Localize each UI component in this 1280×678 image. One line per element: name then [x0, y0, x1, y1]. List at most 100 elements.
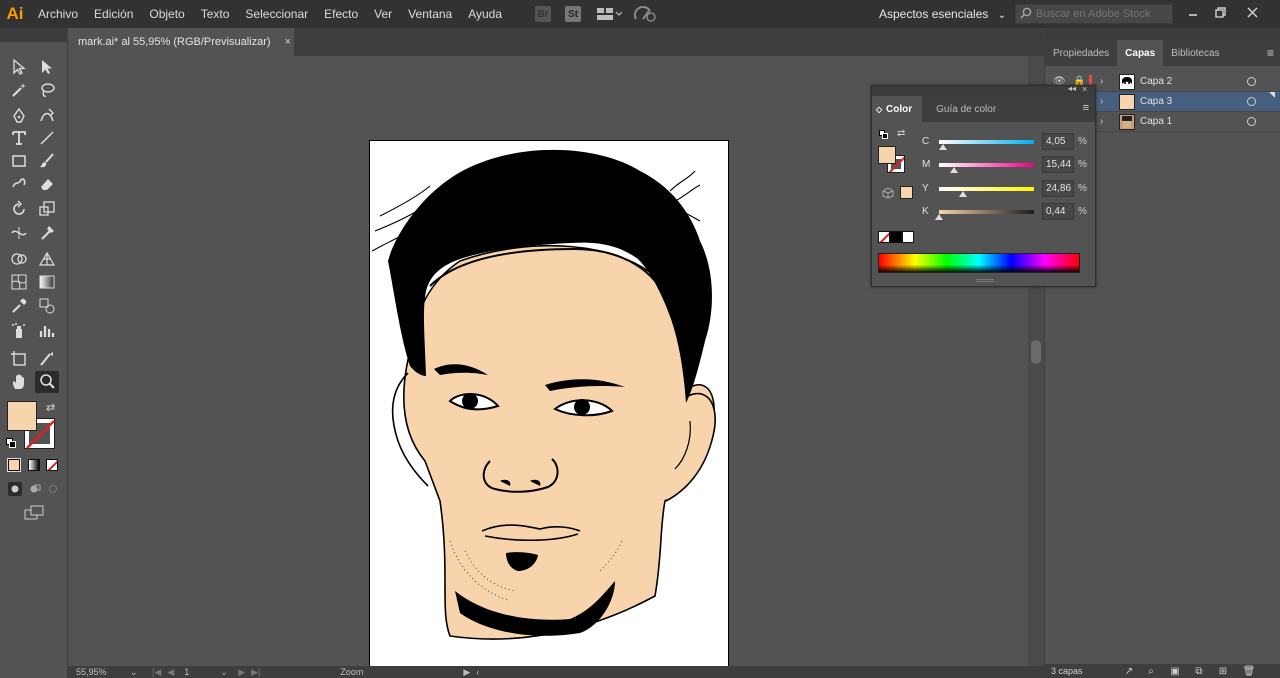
slider-value-input[interactable]: 24,86 — [1042, 179, 1074, 197]
panel-resize-grip[interactable] — [976, 279, 994, 282]
menu-seleccionar[interactable]: Seleccionar — [237, 0, 316, 28]
direct-selection-tool-icon[interactable] — [35, 56, 59, 78]
default-fill-stroke-icon[interactable] — [6, 438, 16, 448]
layer-name[interactable]: Capa 2 — [1140, 76, 1172, 87]
rectangle-tool-icon[interactable] — [7, 150, 31, 172]
stock-icon[interactable]: St — [565, 6, 582, 22]
slider-value-input[interactable]: 15,44 — [1042, 156, 1074, 174]
lasso-icon[interactable] — [35, 79, 59, 101]
symbol-sprayer-icon[interactable] — [7, 320, 31, 342]
delete-layer-icon[interactable]: 🗑 — [1243, 665, 1256, 677]
collapse-panel-icon[interactable]: ◂◂ — [1068, 84, 1076, 93]
mesh-tool-icon[interactable] — [7, 271, 31, 293]
layer-target-icon[interactable] — [1247, 117, 1256, 126]
tab-color[interactable]: ◇ Color — [872, 96, 923, 122]
restore-icon[interactable] — [1206, 0, 1234, 24]
curvature-tool-icon[interactable] — [35, 105, 59, 127]
zoom-dropdown-icon[interactable]: ⌄ — [130, 667, 142, 678]
rotate-tool-icon[interactable] — [7, 198, 31, 220]
black-color-swatch[interactable] — [890, 231, 902, 243]
paintbrush-icon[interactable] — [35, 150, 59, 172]
menu-efecto[interactable]: Efecto — [316, 0, 366, 28]
draw-inside-icon[interactable] — [46, 482, 60, 496]
face-illustration[interactable] — [370, 141, 729, 666]
screen-mode-icon[interactable] — [24, 505, 44, 524]
close-icon[interactable] — [1238, 0, 1266, 24]
toolbox-header[interactable] — [0, 28, 67, 42]
eyedropper-icon[interactable] — [7, 295, 31, 317]
stock-search[interactable] — [1015, 4, 1173, 24]
chevron-right-icon[interactable]: › — [1100, 116, 1103, 127]
slider-thumb[interactable] — [935, 213, 944, 220]
artboard-tool-icon[interactable] — [7, 348, 31, 370]
puppet-warp-icon[interactable] — [35, 222, 59, 244]
scale-tool-icon[interactable] — [35, 198, 59, 220]
magic-wand-icon[interactable] — [7, 79, 31, 101]
color-panel-titlebar[interactable]: ◂◂ × — [872, 84, 1095, 96]
arrange-documents-icon[interactable] — [596, 7, 623, 21]
slider-track[interactable] — [939, 186, 1034, 191]
close-panel-icon[interactable]: × — [1082, 84, 1087, 94]
layer-target-icon[interactable] — [1247, 77, 1256, 86]
eraser-icon[interactable] — [35, 173, 59, 195]
tab-guia-de-color[interactable]: Guía de color — [922, 96, 1006, 122]
layer-name[interactable]: Capa 1 — [1140, 116, 1172, 127]
minimize-icon[interactable] — [1179, 0, 1207, 24]
chevron-right-icon[interactable]: › — [1100, 76, 1103, 87]
zoom-level[interactable]: 55,95% — [76, 667, 130, 677]
slider-thumb[interactable] — [938, 144, 947, 150]
menu-texto[interactable]: Texto — [193, 0, 238, 28]
layer-name[interactable]: Capa 3 — [1140, 96, 1172, 107]
draw-normal-icon[interactable] — [8, 482, 22, 496]
page-number[interactable]: 1 — [184, 667, 220, 677]
color-panel-menu-icon[interactable]: ≡ — [1083, 102, 1089, 114]
color-spectrum[interactable] — [878, 253, 1080, 273]
white-color-swatch[interactable] — [902, 231, 914, 243]
tab-propiedades[interactable]: Propiedades — [1045, 40, 1117, 66]
menu-ventana[interactable]: Ventana — [400, 0, 460, 28]
close-document-icon[interactable]: × — [285, 36, 291, 48]
first-page-icon[interactable]: |◀ — [152, 667, 161, 678]
swap-fill-stroke-icon[interactable]: ⇄ — [46, 401, 55, 414]
menu-ver[interactable]: Ver — [366, 0, 400, 28]
new-layer-icon[interactable]: ⊞ — [1217, 665, 1229, 677]
search-input[interactable] — [1036, 8, 1166, 20]
zoom-tool-icon[interactable] — [35, 371, 59, 393]
slider-value-input[interactable]: 0,44 — [1042, 202, 1074, 220]
menu-ayuda[interactable]: Ayuda — [460, 0, 510, 28]
menu-archivo[interactable]: Archivo — [30, 0, 86, 28]
bridge-icon[interactable]: Br — [535, 6, 552, 22]
document-tab[interactable]: mark.ai* al 55,95% (RGB/Previsualizar) × — [68, 28, 294, 56]
status-arrow-icon[interactable]: ▶ — [463, 667, 470, 678]
right-panel-header[interactable] — [1045, 28, 1280, 40]
clipping-mask-icon[interactable]: ▣ — [1169, 665, 1181, 677]
none-mode-button[interactable] — [46, 459, 58, 471]
slider-track[interactable] — [939, 140, 1034, 144]
prev-page-icon[interactable]: ◀ — [167, 667, 174, 678]
gpu-performance-icon[interactable] — [634, 6, 656, 22]
none-color-swatch[interactable] — [878, 231, 890, 243]
gradient-mode-button[interactable] — [28, 459, 40, 471]
page-dropdown-icon[interactable]: ⌄ — [220, 667, 232, 678]
slider-track[interactable] — [939, 209, 1034, 214]
color-mode-button[interactable] — [7, 458, 21, 472]
shape-builder-icon[interactable] — [7, 248, 31, 270]
line-tool-icon[interactable] — [35, 127, 59, 149]
perspective-grid-icon[interactable] — [35, 248, 59, 270]
layer-target-icon[interactable] — [1247, 97, 1256, 106]
last-page-icon[interactable]: ▶| — [251, 667, 260, 678]
next-page-icon[interactable]: ▶ — [238, 667, 245, 678]
gradient-tool-icon[interactable] — [35, 271, 59, 293]
draw-behind-icon[interactable] — [28, 482, 42, 496]
hand-tool-icon[interactable] — [7, 371, 31, 393]
type-tool-icon[interactable] — [7, 127, 31, 149]
selection-tool-icon[interactable] — [7, 56, 31, 78]
tab-bibliotecas[interactable]: Bibliotecas — [1163, 40, 1227, 66]
shaper-tool-icon[interactable] — [7, 173, 31, 195]
blend-tool-icon[interactable] — [35, 295, 59, 317]
hscroll-left-icon[interactable]: ‹ — [476, 667, 479, 677]
slider-thumb[interactable] — [949, 167, 958, 174]
slider-thumb[interactable] — [958, 190, 967, 197]
tab-capas[interactable]: Capas — [1117, 40, 1164, 66]
pen-tool-icon[interactable] — [7, 105, 31, 127]
